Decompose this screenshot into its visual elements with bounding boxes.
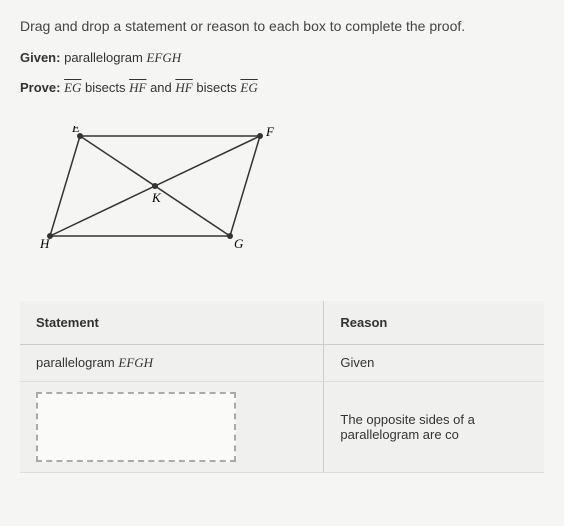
diagram-svg: E F G H K (40, 126, 280, 256)
header-reason: Reason (324, 301, 544, 345)
proof-table: Statement Reason parallelogram EFGH Give… (20, 301, 544, 473)
given-line: Given: parallelogram EFGH (20, 50, 544, 66)
label-K: K (151, 190, 162, 205)
reason-cell-1: The opposite sides of a parallelogram ar… (324, 382, 544, 473)
label-E: E (71, 126, 80, 135)
statement-prefix-0: parallelogram (36, 355, 118, 370)
statement-cell-1 (20, 382, 324, 473)
prove-seg1: EG (64, 80, 81, 95)
header-statement: Statement (20, 301, 324, 345)
given-text: parallelogram (64, 50, 146, 65)
prove-seg3: HF (175, 80, 192, 95)
prove-line: Prove: EG bisects HF and HF bisects EG (20, 80, 544, 96)
label-F: F (265, 126, 275, 139)
prove-label: Prove: (20, 80, 60, 95)
prove-mid1: bisects (81, 80, 129, 95)
prove-mid2: and (146, 80, 175, 95)
prove-seg2: HF (129, 80, 146, 95)
parallelogram-diagram: E F G H K (40, 126, 544, 261)
prove-seg4: EG (240, 80, 257, 95)
drop-target-statement[interactable] (36, 392, 236, 462)
statement-shape-0: EFGH (118, 355, 153, 370)
table-row: The opposite sides of a parallelogram ar… (20, 382, 544, 473)
given-shape: EFGH (146, 50, 181, 65)
label-G: G (234, 236, 244, 251)
proof-table-area: Statement Reason parallelogram EFGH Give… (20, 301, 544, 473)
instruction-text: Drag and drop a statement or reason to e… (20, 18, 544, 34)
given-label: Given: (20, 50, 60, 65)
prove-mid3: bisects (193, 80, 241, 95)
statement-cell-0: parallelogram EFGH (20, 345, 324, 382)
label-H: H (40, 236, 50, 251)
table-row: parallelogram EFGH Given (20, 345, 544, 382)
reason-cell-0: Given (324, 345, 544, 382)
